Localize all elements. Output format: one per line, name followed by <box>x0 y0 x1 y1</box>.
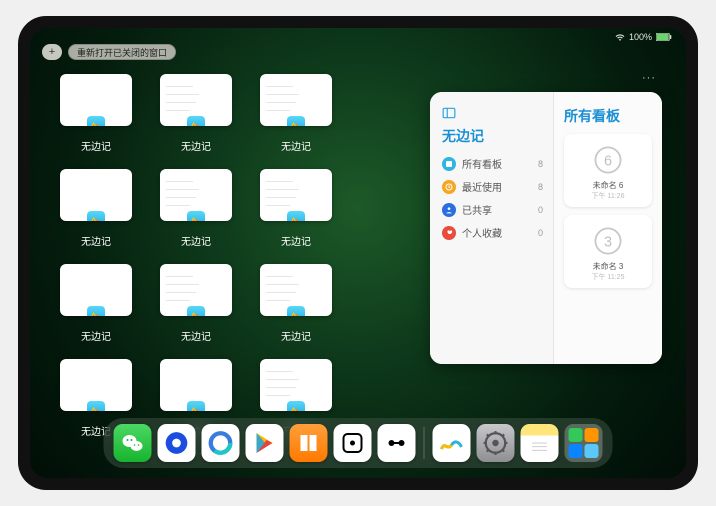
freeform-app-icon <box>186 210 206 221</box>
window-thumbnail[interactable]: 无边记 <box>160 169 232 248</box>
board-time: 下午 11:26 <box>592 191 625 201</box>
sidebar-item-label: 个人收藏 <box>462 225 502 240</box>
window-thumbnail[interactable]: 无边记 <box>260 169 332 248</box>
window-thumbnail[interactable]: 无边记 <box>60 264 132 343</box>
board-label: 未命名 6 <box>593 180 624 191</box>
freeform-panel[interactable]: 无边记 所有看板8最近使用8已共享0个人收藏0 所有看板 6未命名 6下午 11… <box>430 92 662 364</box>
thumbnail-preview <box>60 74 132 126</box>
sidebar-item-icon <box>442 180 456 194</box>
dock-app-notes[interactable] <box>521 424 559 462</box>
panel-sidebar: 无边记 所有看板 8 最近使用 8 已共享 0 个人收藏 0 <box>430 92 554 364</box>
top-controls: + 重新打开已关闭的窗口 <box>42 44 176 60</box>
sidebar-item[interactable]: 最近使用 8 <box>442 175 543 198</box>
dock-separator <box>424 427 425 459</box>
thumbnail-label: 无边记 <box>181 138 211 153</box>
window-thumbnail[interactable]: 无边记 <box>60 74 132 153</box>
thumbnail-preview <box>160 359 232 411</box>
svg-text:3: 3 <box>604 234 612 250</box>
freeform-app-icon <box>286 210 306 221</box>
window-thumbnail[interactable]: 无边记 <box>160 264 232 343</box>
dock-app-settings[interactable] <box>477 424 515 462</box>
freeform-app-icon <box>186 115 206 126</box>
sidebar-item-label: 已共享 <box>462 202 492 217</box>
board-time: 下午 11:25 <box>592 272 625 282</box>
window-thumbnail[interactable]: 无边记 <box>60 169 132 248</box>
thumbnail-label: 无边记 <box>181 233 211 248</box>
wifi-icon <box>615 33 625 41</box>
thumbnail-preview <box>260 169 332 221</box>
thumbnail-label: 无边记 <box>81 328 111 343</box>
freeform-app-icon <box>286 305 306 316</box>
dock-app-play[interactable] <box>246 424 284 462</box>
battery-text: 100% <box>629 32 652 42</box>
sidebar-item[interactable]: 已共享 0 <box>442 198 543 221</box>
board-card[interactable]: 6 未命名 6下午 11:26 <box>564 134 652 207</box>
sidebar-item-count: 0 <box>538 205 543 215</box>
sidebar-item-icon <box>442 203 456 217</box>
board-card[interactable]: 3 未命名 3下午 11:25 <box>564 215 652 288</box>
thumbnail-preview <box>260 74 332 126</box>
freeform-app-icon <box>286 400 306 411</box>
sidebar-item-label: 最近使用 <box>462 179 502 194</box>
thumbnail-preview <box>60 359 132 411</box>
thumbnail-preview <box>60 169 132 221</box>
freeform-app-icon <box>86 400 106 411</box>
freeform-app-icon <box>186 305 206 316</box>
freeform-app-icon <box>286 115 306 126</box>
dock-app-books[interactable] <box>290 424 328 462</box>
sidebar-item-count: 0 <box>538 228 543 238</box>
dock-app-connect[interactable] <box>378 424 416 462</box>
thumbnail-preview <box>260 359 332 411</box>
svg-text:6: 6 <box>604 153 612 169</box>
sidebar-item[interactable]: 所有看板 8 <box>442 152 543 175</box>
panel-left-title: 无边记 <box>442 126 543 146</box>
window-thumbnail[interactable]: 无边记 <box>260 264 332 343</box>
board-sketch: 3 <box>590 223 626 259</box>
sidebar-item-count: 8 <box>538 182 543 192</box>
dock-folder[interactable] <box>565 424 603 462</box>
sidebar-item-label: 所有看板 <box>462 156 502 171</box>
panel-more-icon[interactable]: ··· <box>642 72 656 84</box>
window-grid: 无边记无边记无边记 无边记无边记无边记 无边记无边记无边记 无边记无边记无边记 <box>60 74 332 438</box>
sidebar-item[interactable]: 个人收藏 0 <box>442 221 543 244</box>
freeform-app-icon <box>186 400 206 411</box>
thumbnail-preview <box>160 169 232 221</box>
dock-app-freeform[interactable] <box>433 424 471 462</box>
board-label: 未命名 3 <box>593 261 624 272</box>
dock-app-quark[interactable] <box>202 424 240 462</box>
thumbnail-label: 无边记 <box>181 328 211 343</box>
thumbnail-preview <box>160 264 232 316</box>
reopen-closed-window-button[interactable]: 重新打开已关闭的窗口 <box>68 44 176 60</box>
dock-app-qqbrowser[interactable] <box>158 424 196 462</box>
freeform-app-icon <box>86 115 106 126</box>
thumbnail-preview <box>260 264 332 316</box>
sidebar-item-icon <box>442 157 456 171</box>
sidebar-item-icon <box>442 226 456 240</box>
window-thumbnail[interactable]: 无边记 <box>160 74 232 153</box>
status-bar: 100% <box>615 32 672 42</box>
thumbnail-label: 无边记 <box>81 138 111 153</box>
battery-icon <box>656 33 672 41</box>
thumbnail-label: 无边记 <box>281 138 311 153</box>
thumbnail-label: 无边记 <box>281 328 311 343</box>
ipad-frame: 100% + 重新打开已关闭的窗口 无边记无边记无边记 无边记无边记无边记 无边… <box>18 16 698 490</box>
freeform-app-icon <box>86 210 106 221</box>
panel-right-title: 所有看板 <box>564 106 652 126</box>
dock <box>104 418 613 468</box>
screen: 100% + 重新打开已关闭的窗口 无边记无边记无边记 无边记无边记无边记 无边… <box>30 28 686 478</box>
freeform-app-icon <box>86 305 106 316</box>
add-window-button[interactable]: + <box>42 44 62 60</box>
sidebar-item-count: 8 <box>538 159 543 169</box>
dock-app-dice[interactable] <box>334 424 372 462</box>
board-sketch: 6 <box>590 142 626 178</box>
sidebar-icon[interactable] <box>442 106 456 120</box>
thumbnail-label: 无边记 <box>281 233 311 248</box>
panel-content: 所有看板 6 未命名 6下午 11:26 3 未命名 3下午 11:25 <box>554 92 662 364</box>
dock-app-wechat[interactable] <box>114 424 152 462</box>
window-thumbnail[interactable]: 无边记 <box>260 74 332 153</box>
thumbnail-preview <box>60 264 132 316</box>
thumbnail-label: 无边记 <box>81 233 111 248</box>
thumbnail-preview <box>160 74 232 126</box>
